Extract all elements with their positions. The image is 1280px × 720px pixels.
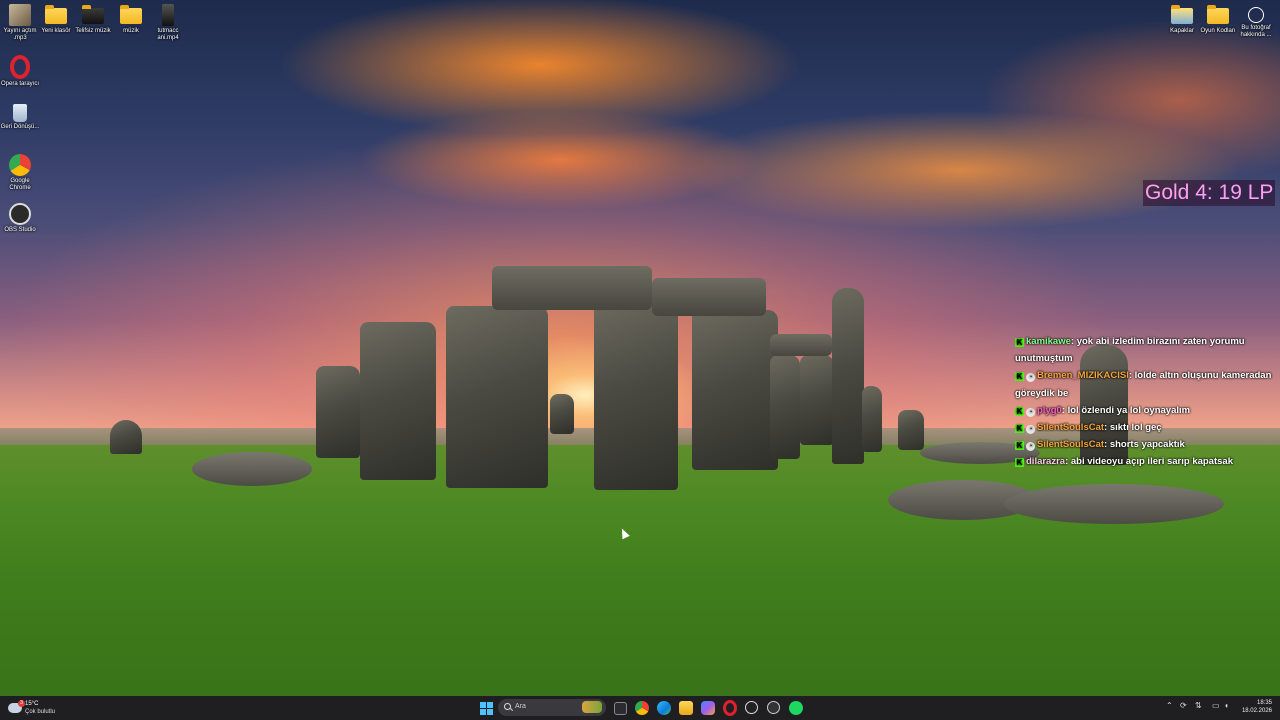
sync-icon[interactable]: ⟳ (1180, 701, 1187, 710)
stone (692, 310, 778, 470)
volume-icon[interactable]: ◖ (1224, 701, 1229, 710)
folder-icon (1171, 5, 1193, 24)
desktop-icon-royalty-free-music[interactable]: Telifsiz müzik (73, 4, 113, 35)
info-camera-icon (1248, 7, 1264, 23)
lintel-stone (652, 278, 766, 316)
subscriber-badge-icon: ◔ (1026, 425, 1035, 435)
chat-message: K ◔ Bremen_MIZIKACISI: lolde altın oluşunu… (1015, 367, 1277, 401)
chat-username: plyg0 (1037, 404, 1062, 416)
clock-time: 18:35 (1256, 700, 1272, 706)
chat-username: SilentSoulsCat (1037, 439, 1105, 451)
stone (110, 420, 142, 454)
search-highlight-icon (582, 701, 602, 713)
chat-text: : shorts yapcaktık (1104, 439, 1185, 451)
start-button[interactable] (479, 701, 493, 715)
desktop-icon-covers[interactable]: Kapaklar (1162, 4, 1202, 35)
desktop-icon-opera[interactable]: Opera tarayıcı (0, 55, 40, 88)
stone (594, 300, 678, 490)
mp3-file-icon (9, 4, 31, 26)
chat-text: : lol özlendi ya lol oynayalım (1061, 404, 1191, 416)
chat-username: Bremen_MIZIKACISI (1037, 370, 1129, 382)
opera-icon (10, 55, 30, 79)
kick-badge-icon: K (1015, 424, 1024, 434)
chrome-icon[interactable] (635, 701, 649, 715)
desktop-icon-obs[interactable]: OBS Studio (0, 203, 40, 234)
stone (832, 288, 864, 464)
stone (898, 410, 924, 450)
kick-badge-icon: K (1015, 338, 1024, 347)
folder-icon (82, 5, 104, 24)
subscriber-badge-icon: ◔ (1026, 442, 1035, 452)
opera-icon[interactable] (723, 700, 737, 716)
lintel-stone (492, 266, 652, 310)
search-icon (504, 703, 511, 710)
chat-username: dilarazra (1026, 456, 1066, 468)
edge-icon[interactable] (657, 701, 671, 715)
weather-condition: Çok bulutlu (25, 709, 56, 715)
lintel-stone (770, 334, 832, 356)
stone (360, 322, 436, 480)
taskbar: 3 15°C Çok bulutlu Ara ⌃ ⟳ ⇅ ● ▭ ◖ 18:35… (0, 696, 1280, 720)
video-file-icon (162, 4, 174, 26)
search-placeholder: Ara (515, 703, 526, 710)
recycle-bin-icon (13, 104, 27, 122)
kick-badge-icon: K (1015, 441, 1024, 451)
monitor-icon[interactable]: ▭ (1212, 701, 1220, 710)
kick-badge-icon: K (1015, 458, 1024, 468)
obs-icon[interactable] (745, 701, 758, 714)
fallen-stone (1004, 484, 1224, 524)
chat-message: Kdilarazra: abi videoyu açıp ileri sarıp… (1015, 453, 1277, 470)
rank-overlay: Gold 4: 19 LP (1143, 180, 1276, 206)
chat-message: K ◔ SilentSoulsCat: shorts yapcaktık (1015, 436, 1277, 453)
chat-message: K ◔ SilentSoulsCat: sıktı lol geç (1015, 419, 1277, 436)
desktop-icon-video[interactable]: tutmacc ani.mp4 (148, 4, 188, 42)
chat-overlay: Kkamikawe: yok abi izledim birazını zate… (1015, 333, 1277, 471)
subscriber-badge-icon: ◔ (1026, 373, 1035, 383)
system-clock[interactable]: 18:35 18.02.2026 (1240, 699, 1272, 715)
folder-icon (45, 5, 67, 24)
folder-icon (1207, 5, 1229, 24)
chevron-up-icon[interactable]: ⌃ (1166, 701, 1173, 710)
kick-badge-icon: K (1015, 372, 1024, 382)
chrome-icon (9, 154, 31, 176)
stone (316, 366, 360, 458)
chat-message: K ◔ plyg0: lol özlendi ya lol oynayalım (1015, 402, 1277, 419)
weather-temperature: 15°C (25, 701, 39, 707)
chat-text: : sıktı lol geç (1104, 422, 1162, 434)
desktop-icon-game-codes[interactable]: Oyun Kodları (1198, 4, 1238, 35)
folder-icon (120, 5, 142, 24)
kick-badge-icon: K (1015, 406, 1024, 416)
stone (800, 355, 834, 445)
chat-text: : abi videoyu açıp ileri sarıp kapatsak (1065, 456, 1233, 468)
fallen-stone (192, 452, 312, 486)
chat-username: SilentSoulsCat (1037, 422, 1105, 434)
desktop-icon-chrome[interactable]: Google Chrome (0, 154, 40, 192)
obs-icon (9, 203, 31, 225)
taskbar-search[interactable]: Ara (498, 699, 606, 716)
subscriber-badge-icon: ◔ (1026, 407, 1035, 417)
clock-date: 18.02.2026 (1241, 708, 1272, 714)
stone (770, 355, 800, 459)
task-view-icon[interactable] (614, 702, 627, 715)
stone (446, 306, 548, 488)
chat-message: Kkamikawe: yok abi izledim birazını zate… (1015, 333, 1277, 367)
stone (550, 394, 574, 434)
alert-badge: 3 (18, 700, 25, 707)
desktop-icon-about-photo[interactable]: Bu fotoğraf hakkında ... (1236, 4, 1276, 39)
chat-username: kamikawe (1026, 336, 1071, 347)
stone (862, 386, 882, 452)
desktop-icon-new-folder[interactable]: Yeni klasör (36, 4, 76, 35)
spotify-icon[interactable] (789, 701, 803, 715)
desktop-icon-mp3[interactable]: Yayını açtım .mp3 (0, 4, 40, 42)
desktop-icon-music[interactable]: müzik (111, 4, 151, 35)
media-player-icon[interactable] (767, 701, 780, 714)
copilot-icon[interactable] (701, 701, 715, 715)
desktop-icon-recycle-bin[interactable]: Geri Dönüşü... (0, 104, 40, 131)
file-explorer-icon[interactable] (679, 701, 693, 715)
